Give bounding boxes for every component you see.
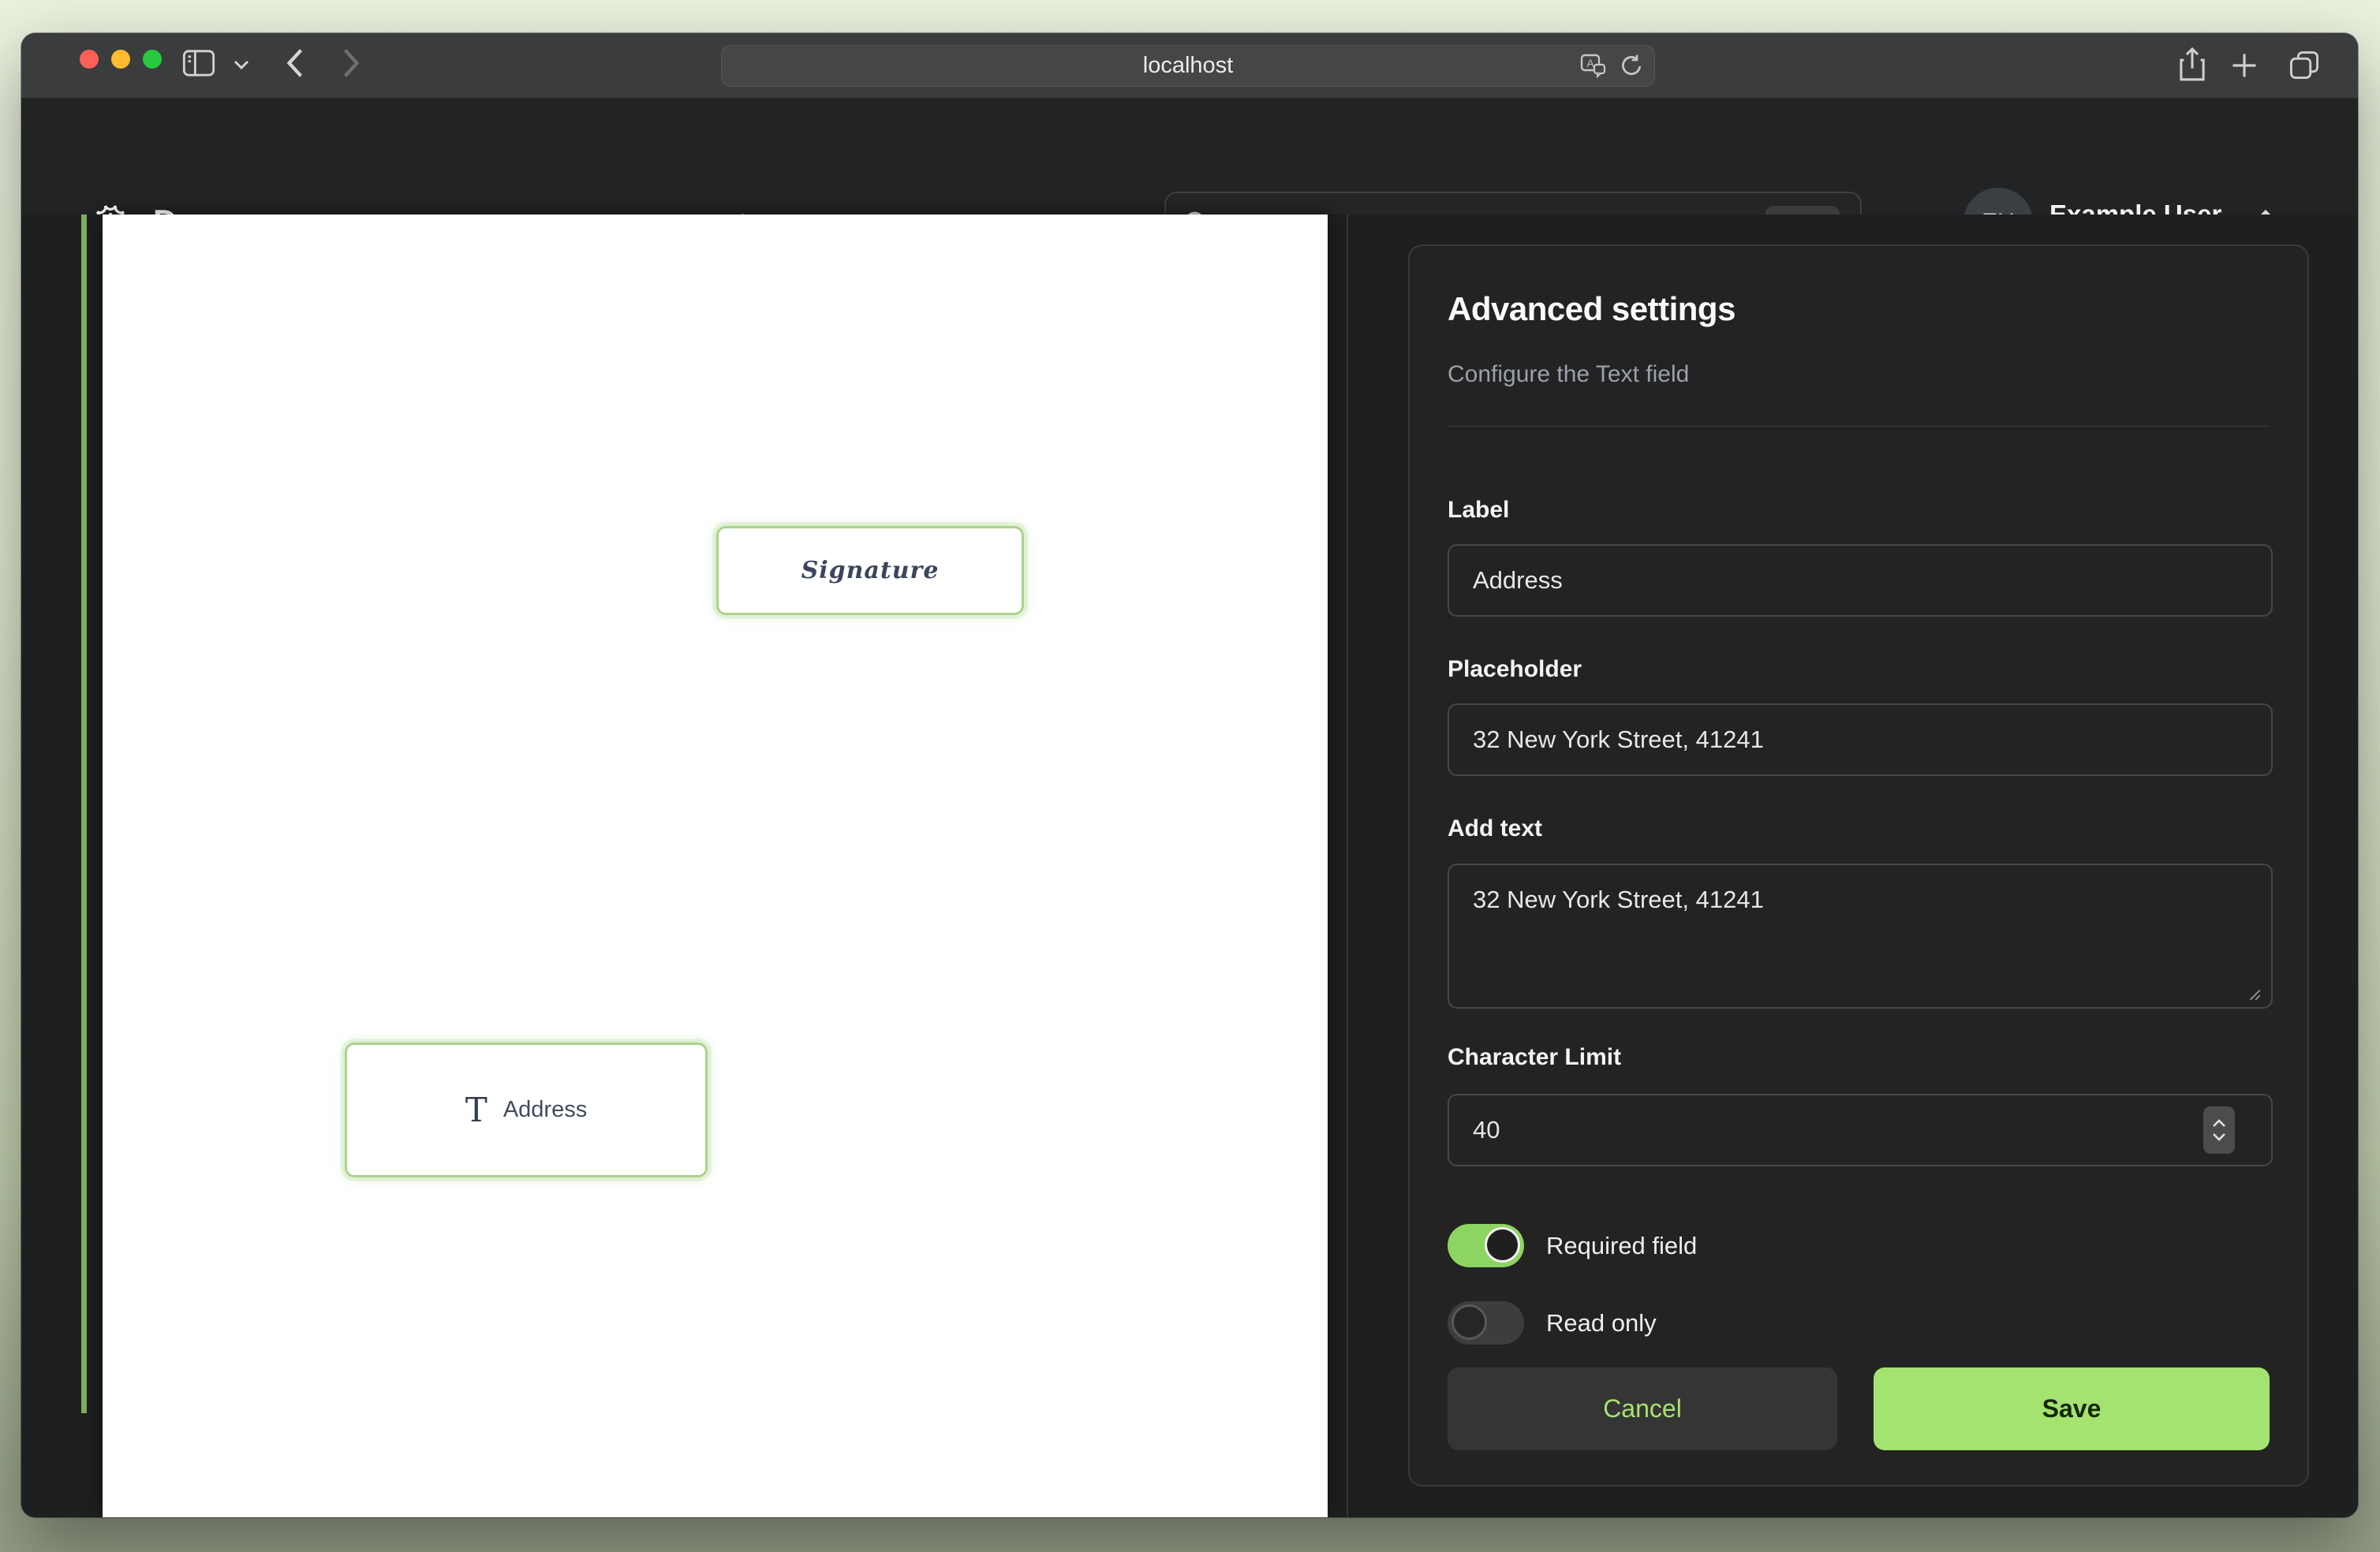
share-icon[interactable] bbox=[2176, 46, 2208, 84]
content-divider bbox=[1347, 215, 1348, 1517]
tab-overview-icon[interactable] bbox=[2288, 49, 2321, 80]
stepper-up-icon bbox=[2212, 1119, 2226, 1129]
translate-icon[interactable]: A bbox=[1580, 54, 1607, 79]
back-icon[interactable] bbox=[284, 47, 306, 79]
toggle-knob bbox=[1485, 1227, 1520, 1263]
required-field-toggle[interactable] bbox=[1448, 1224, 1524, 1267]
desktop: localhost A bbox=[0, 0, 2380, 1552]
text-field-label: Address bbox=[503, 1097, 587, 1123]
panel-title: Advanced settings bbox=[1448, 290, 1735, 328]
chevron-down-icon[interactable] bbox=[233, 58, 250, 71]
character-limit-field-label: Character Limit bbox=[1448, 1044, 1621, 1071]
browser-window: localhost A bbox=[21, 33, 2358, 1517]
zoom-window-button[interactable] bbox=[143, 50, 162, 69]
panel-divider bbox=[1448, 426, 2270, 427]
browser-toolbar: localhost A bbox=[21, 33, 2358, 99]
signature-field[interactable]: Signature bbox=[716, 526, 1024, 615]
minimize-window-button[interactable] bbox=[111, 50, 130, 69]
number-stepper[interactable] bbox=[2203, 1106, 2235, 1154]
app-header: Documenso Documents Templates Search ⌘+K… bbox=[21, 99, 2358, 215]
document-page: Signature T Address bbox=[103, 215, 1328, 1517]
text-field-address[interactable]: T Address bbox=[345, 1043, 708, 1177]
reload-icon[interactable] bbox=[1618, 54, 1643, 79]
recipient-color-line bbox=[81, 215, 87, 1413]
address-bar[interactable]: localhost A bbox=[721, 45, 1655, 87]
text-field-icon: T bbox=[465, 1094, 488, 1127]
main-content: Signature T Address Advanced settings Co… bbox=[21, 215, 2358, 1517]
toggle-knob bbox=[1452, 1304, 1487, 1340]
placeholder-field-label: Placeholder bbox=[1448, 656, 1582, 683]
read-only-toggle[interactable] bbox=[1448, 1301, 1524, 1345]
label-field-label: Label bbox=[1448, 497, 1509, 524]
read-only-label: Read only bbox=[1546, 1309, 1657, 1337]
placeholder-input[interactable] bbox=[1448, 703, 2273, 776]
svg-text:A: A bbox=[1586, 57, 1594, 69]
stepper-down-icon bbox=[2212, 1132, 2226, 1141]
panel-subtitle: Configure the Text field bbox=[1448, 361, 1689, 388]
close-window-button[interactable] bbox=[80, 50, 99, 69]
signature-field-label: Signature bbox=[801, 557, 940, 584]
sidebar-toggle-icon[interactable] bbox=[182, 47, 215, 79]
label-input[interactable] bbox=[1448, 544, 2273, 617]
forward-icon[interactable] bbox=[340, 47, 362, 79]
advanced-settings-panel: Advanced settings Configure the Text fie… bbox=[1408, 244, 2309, 1487]
url-text: localhost bbox=[1143, 53, 1233, 79]
character-limit-input[interactable] bbox=[1448, 1094, 2273, 1166]
required-field-label: Required field bbox=[1546, 1232, 1697, 1260]
new-tab-icon[interactable] bbox=[2229, 50, 2259, 80]
add-text-textarea[interactable]: 32 New York Street, 41241 bbox=[1448, 864, 2273, 1009]
cancel-button[interactable]: Cancel bbox=[1448, 1367, 1837, 1450]
save-button[interactable]: Save bbox=[1874, 1367, 2270, 1450]
add-text-field-label: Add text bbox=[1448, 815, 1542, 842]
